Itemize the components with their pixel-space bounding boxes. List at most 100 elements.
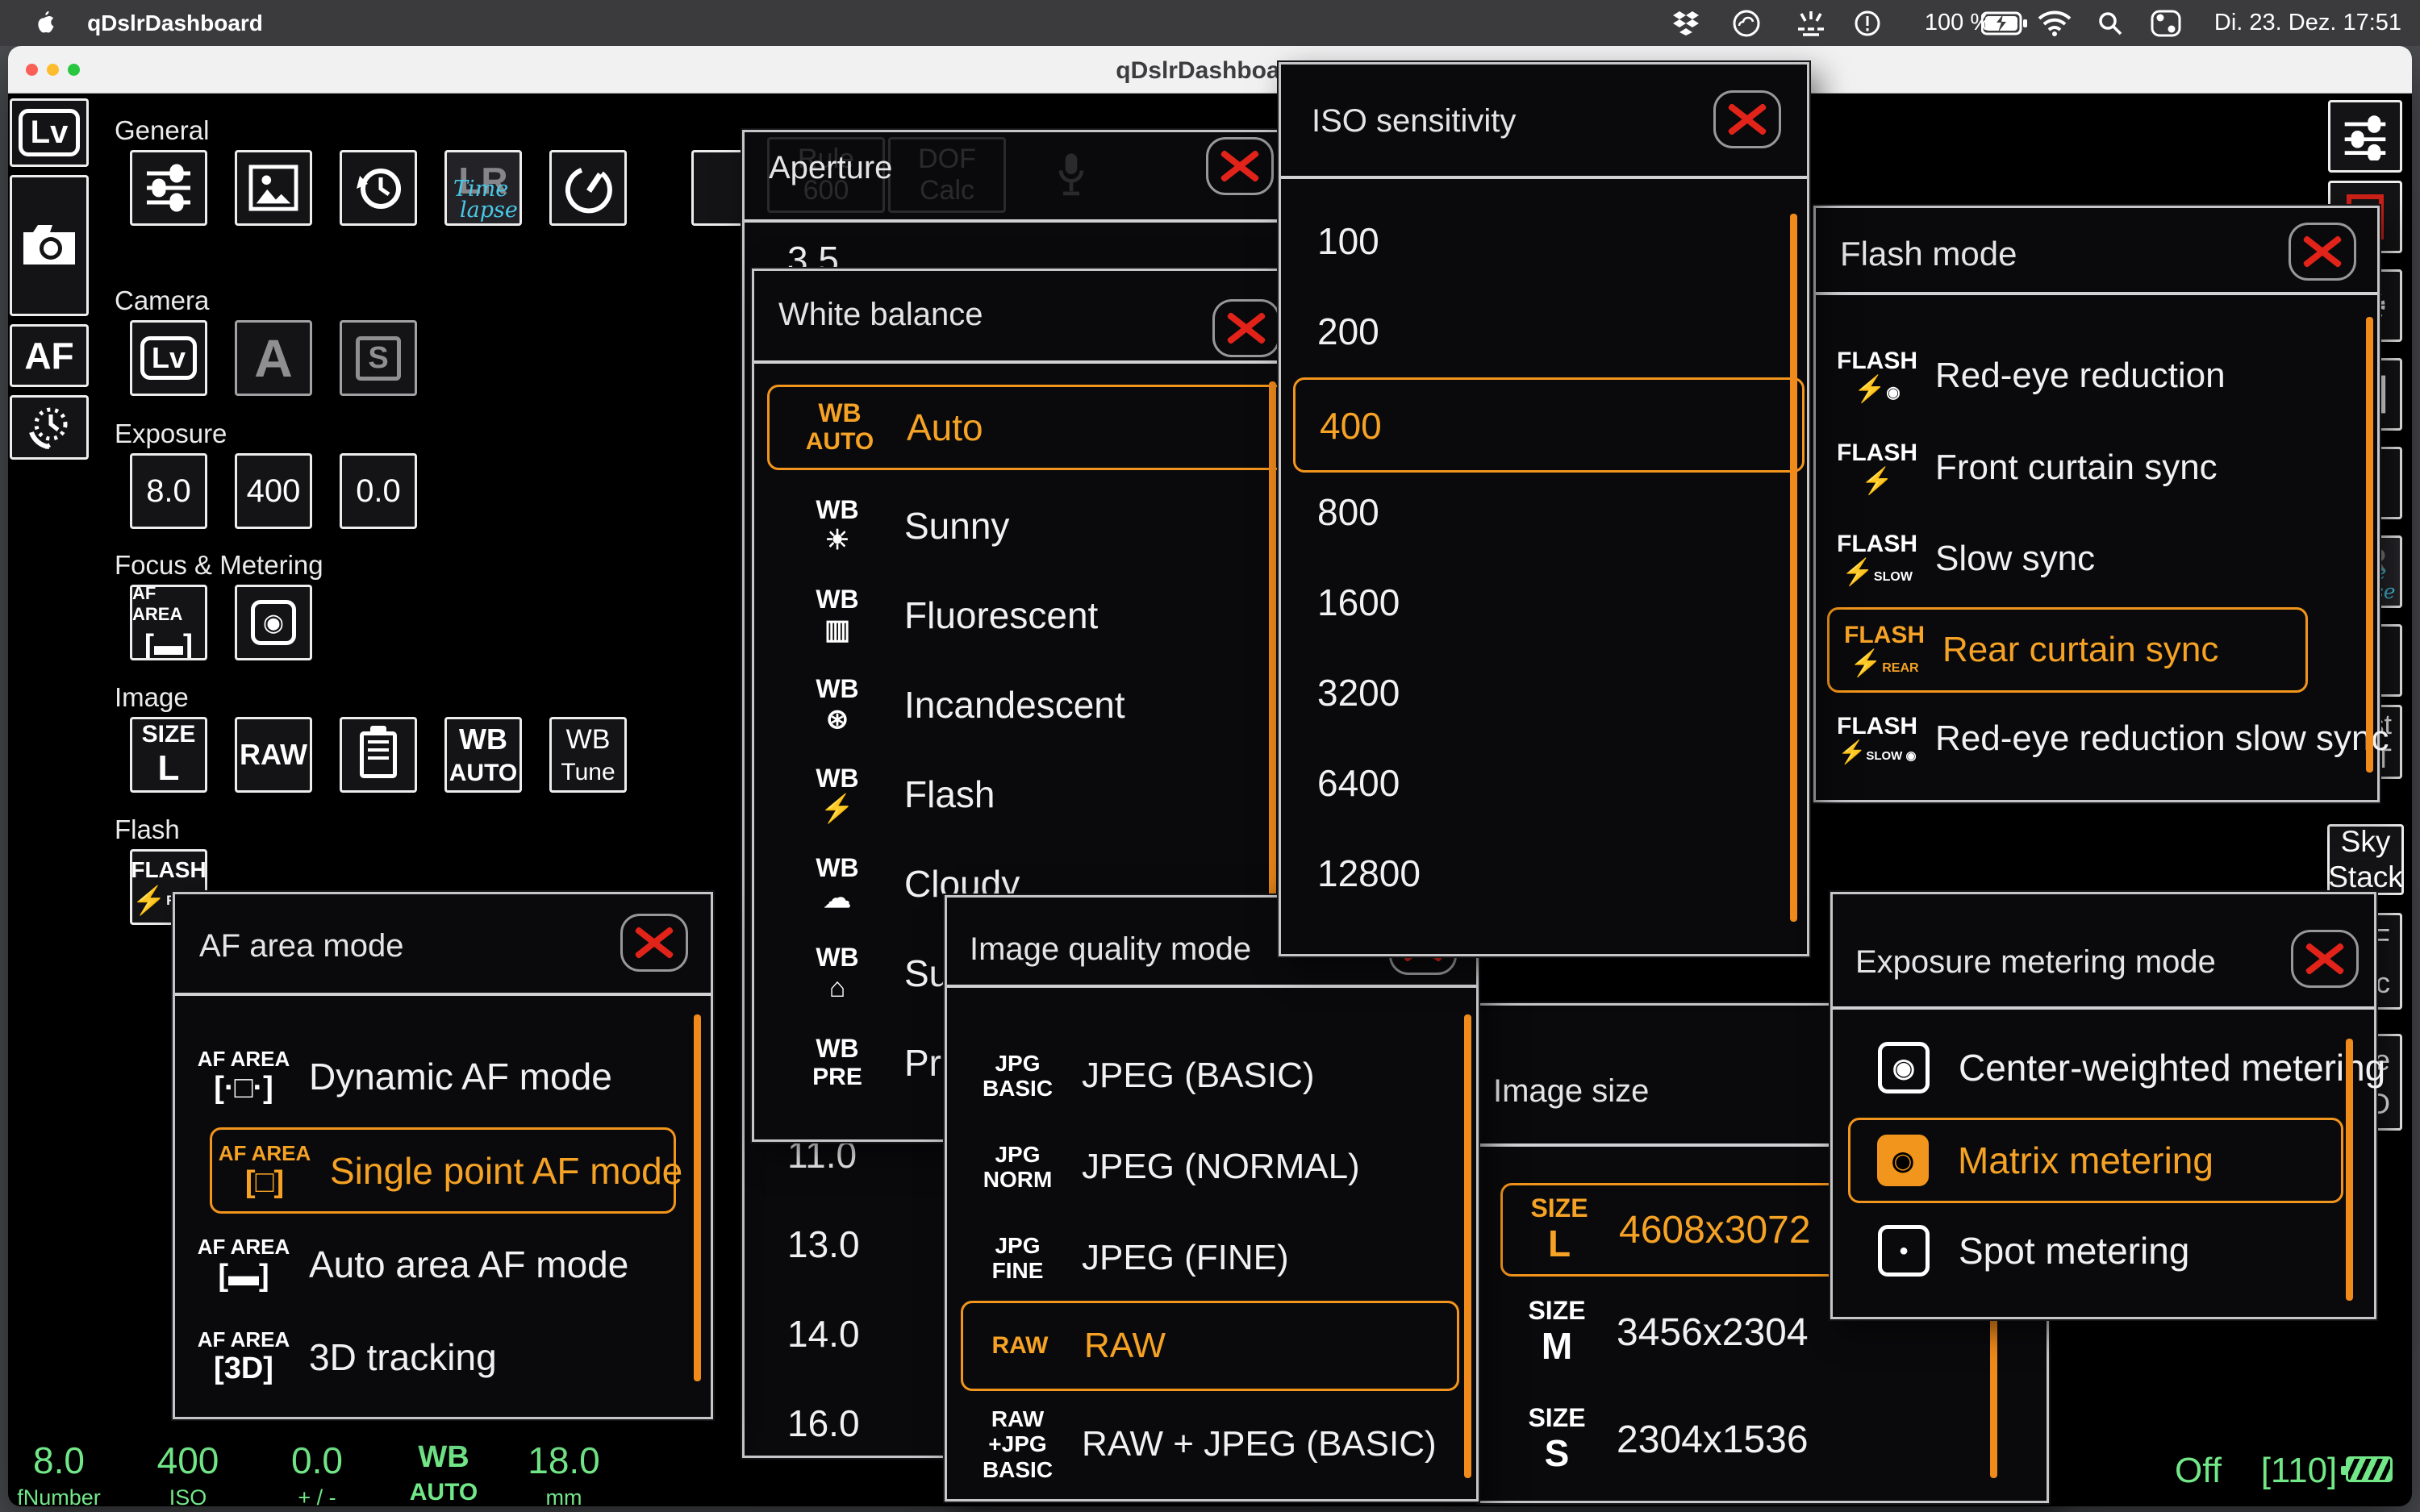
status-frames-remaining: [110] — [2251, 1453, 2347, 1489]
lv-icon: Lv — [140, 336, 197, 380]
sidebar-camera-button[interactable] — [10, 175, 89, 316]
wb-dialog-title: White balance — [778, 297, 983, 333]
wb-option-sunny[interactable]: WB☀ Sunny — [778, 485, 1262, 566]
sky-stack-button[interactable]: Sky Stack — [2327, 824, 2404, 895]
status-liveview-state: Off — [2146, 1453, 2251, 1489]
general-lrtimelapse-button[interactable]: LR Time lapse — [444, 150, 522, 226]
general-history-button[interactable] — [340, 150, 417, 226]
status-wb: WBAUTO — [399, 1442, 488, 1506]
iso-option[interactable]: 6400 — [1317, 761, 1400, 805]
quality-option-jpeg-fine[interactable]: JPG FINE JPEG (FINE) — [963, 1214, 1455, 1302]
status-focal-length: 18.0mm — [519, 1442, 608, 1510]
dropbox-icon[interactable] — [1663, 0, 1709, 46]
section-label-general: General — [115, 115, 209, 146]
window-titlebar[interactable]: qDslrDashboard — [8, 46, 2412, 94]
quality-option-raw-jpeg[interactable]: RAW +JPG BASIC RAW + JPEG (BASIC) — [963, 1396, 1455, 1493]
image-size-button[interactable]: SIZE L — [130, 717, 207, 793]
metering-scrollbar[interactable] — [2346, 1039, 2353, 1301]
aperture-option[interactable]: 16.0 — [787, 1402, 860, 1445]
image-quality-dialog: Image quality mode JPG BASIC JPEG (BASIC… — [945, 895, 1479, 1502]
flash-option-redeye[interactable]: FLASH⚡◉ Red-eye reduction — [1827, 335, 2360, 416]
aperture-option[interactable]: 13.0 — [787, 1223, 860, 1266]
af-option-dynamic[interactable]: AF AREA[·□·] Dynamic AF mode — [191, 1036, 675, 1117]
af-scrollbar[interactable] — [694, 1014, 701, 1381]
af-option-3d[interactable]: AF AREA[3D] 3D tracking — [191, 1317, 675, 1397]
quality-scrollbar[interactable] — [1464, 1014, 1471, 1478]
flash-dialog-title: Flash mode — [1840, 235, 2017, 273]
menubar-clock[interactable]: Di. 23. Dez. 17:51 — [2202, 0, 2414, 46]
iso-button[interactable]: 400 — [235, 453, 312, 529]
keyboard-brightness-icon[interactable] — [1788, 0, 1834, 46]
flash-mode-dialog: Flash mode FLASH⚡◉ Red-eye reduction FLA… — [1813, 206, 2380, 802]
quality-option-jpeg-basic[interactable]: JPG BASIC JPEG (BASIC) — [963, 1031, 1455, 1120]
iso-option[interactable]: 200 — [1317, 310, 1379, 353]
camera-battery-icon — [2346, 1456, 2393, 1482]
fnumber-value: 8.0 — [146, 473, 191, 510]
aperture-close-button[interactable] — [1206, 137, 1274, 195]
camera-aperture-mode-button[interactable]: A — [235, 320, 312, 396]
general-timer-button[interactable] — [549, 150, 627, 226]
quality-option-jpeg-normal[interactable]: JPG NORM JPEG (NORMAL) — [963, 1123, 1455, 1211]
af-option-single-selected[interactable]: AF AREA[□] Single point AF mode — [210, 1127, 676, 1214]
flash-option-front-curtain[interactable]: FLASH⚡ Front curtain sync — [1827, 427, 2360, 508]
size-option-small[interactable]: SIZES 2304x1536 — [1508, 1395, 2009, 1484]
metering-button[interactable]: ◉ — [235, 585, 312, 660]
metering-option-spot[interactable]: ● Spot metering — [1878, 1210, 2354, 1291]
camera-liveview-button[interactable]: Lv — [130, 320, 207, 396]
iso-scrollbar[interactable] — [1790, 214, 1797, 922]
sidebar-liveview-button[interactable]: Lv — [10, 98, 89, 167]
af-option-auto[interactable]: AF AREA[▬] Auto area AF mode — [191, 1224, 675, 1305]
metering-option-center[interactable]: ◉ Center-weighted metering — [1878, 1027, 2354, 1108]
wifi-icon[interactable] — [2031, 0, 2078, 46]
af-dialog-title: AF area mode — [199, 928, 403, 964]
section-label-image: Image — [115, 682, 189, 713]
fnumber-button[interactable]: 8.0 — [130, 453, 207, 529]
general-image-button[interactable] — [235, 150, 312, 226]
aperture-option[interactable]: 14.0 — [787, 1312, 860, 1356]
flash-option-slow-sync[interactable]: FLASH⚡SLOW Slow sync — [1827, 519, 2360, 599]
rail-settings-button[interactable] — [2328, 100, 2402, 173]
iso-option-selected[interactable]: 400 — [1293, 377, 1805, 473]
wb-close-button[interactable] — [1212, 299, 1280, 357]
camera-shutter-mode-button[interactable]: S — [340, 320, 417, 396]
sidebar-timelapse-button[interactable] — [10, 395, 89, 460]
wb-option-auto-selected[interactable]: WBAUTO Auto — [767, 385, 1287, 470]
spotlight-search-icon[interactable] — [2088, 0, 2133, 46]
menubar-battery-icon[interactable] — [1978, 0, 2031, 46]
apple-menu-icon[interactable] — [31, 0, 60, 46]
rail-dof-line2: c — [2376, 961, 2390, 1005]
general-settings-button[interactable] — [130, 150, 207, 226]
exposure-comp-button[interactable]: 0.0 — [340, 453, 417, 529]
wb-tune-button[interactable]: WB Tune — [549, 717, 627, 793]
iso-option[interactable]: 800 — [1317, 490, 1379, 534]
iso-option[interactable]: 12800 — [1317, 852, 1421, 895]
flash-option-rear-curtain-selected[interactable]: FLASH⚡REAR Rear curtain sync — [1827, 607, 2308, 693]
dialog-separator — [947, 985, 1476, 988]
white-balance-button[interactable]: WB AUTO — [444, 717, 522, 793]
wb-option-flash[interactable]: WB⚡ Flash — [778, 754, 1262, 835]
wb-tune-line2: Tune — [561, 759, 615, 786]
wb-option-incandescent[interactable]: WB⊛ Incandescent — [778, 664, 1262, 745]
iso-option[interactable]: 100 — [1317, 219, 1379, 263]
af-close-button[interactable] — [620, 914, 688, 972]
flash-scrollbar[interactable] — [2366, 317, 2373, 773]
sidebar-af-button[interactable]: AF — [10, 324, 89, 387]
control-center-icon[interactable] — [2143, 0, 2189, 46]
update-status-icon[interactable] — [1845, 0, 1890, 46]
wb-option-fluorescent[interactable]: WB▥ Fluorescent — [778, 575, 1262, 656]
clipboard-icon — [360, 731, 397, 778]
flash-close-button[interactable] — [2289, 223, 2356, 281]
iso-option[interactable]: 1600 — [1317, 581, 1400, 624]
creative-cloud-icon[interactable] — [1724, 0, 1769, 46]
iso-close-button[interactable] — [1713, 90, 1781, 148]
image-quality-button[interactable]: RAW — [235, 717, 312, 793]
af-area-button[interactable]: AF AREA [▬] — [130, 585, 207, 660]
metering-option-matrix-selected[interactable]: ◉ Matrix metering — [1848, 1118, 2343, 1203]
flash-option-redeye-slow[interactable]: FLASH⚡SLOW ◉ Red-eye reduction slow sync — [1827, 698, 2376, 779]
picture-control-button[interactable] — [340, 717, 417, 793]
metering-close-button[interactable] — [2291, 930, 2359, 988]
menu-app-name[interactable]: qDslrDashboard — [82, 0, 268, 46]
dialog-separator — [754, 360, 1295, 364]
quality-option-raw-selected[interactable]: RAW RAW — [961, 1301, 1459, 1391]
iso-option[interactable]: 3200 — [1317, 671, 1400, 714]
